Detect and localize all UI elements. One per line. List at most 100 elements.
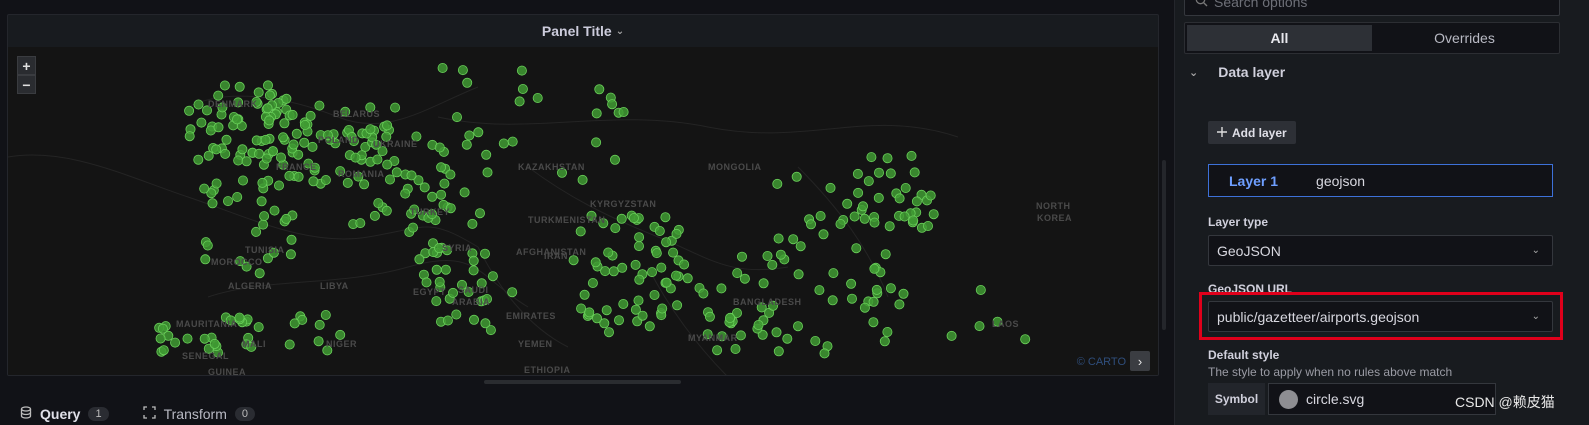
airport-point[interactable] [284, 170, 295, 181]
airport-point[interactable] [671, 270, 682, 281]
airport-point[interactable] [758, 278, 769, 289]
airport-point[interactable] [795, 241, 806, 252]
airport-point[interactable] [384, 174, 395, 185]
airport-point[interactable] [462, 77, 473, 88]
airport-point[interactable] [868, 317, 879, 328]
airport-point[interactable] [607, 99, 618, 110]
airport-point[interactable] [661, 237, 672, 248]
airport-point[interactable] [842, 198, 853, 209]
airport-point[interactable] [656, 262, 667, 273]
tab-overrides[interactable]: Overrides [1372, 25, 1557, 51]
airport-point[interactable] [594, 84, 605, 95]
airport-point[interactable] [773, 346, 784, 357]
airport-point[interactable] [753, 319, 764, 330]
map-attribution[interactable]: © CARTO [1077, 356, 1126, 368]
airport-point[interactable] [251, 226, 262, 237]
airport-point[interactable] [209, 338, 220, 349]
airport-point[interactable] [482, 167, 493, 178]
airport-point[interactable] [651, 248, 662, 259]
airport-point[interactable] [442, 315, 453, 326]
tab-transform[interactable]: Transform 0 [142, 403, 255, 425]
airport-point[interactable] [305, 110, 316, 121]
airport-point[interactable] [853, 187, 864, 198]
airport-point[interactable] [584, 307, 595, 318]
airport-point[interactable] [299, 120, 310, 131]
airport-point[interactable] [925, 190, 936, 201]
airport-point[interactable] [773, 233, 784, 244]
airport-point[interactable] [579, 289, 590, 300]
airport-point[interactable] [698, 288, 709, 299]
airport-point[interactable] [434, 142, 445, 153]
airport-point[interactable] [381, 205, 392, 216]
airport-point[interactable] [427, 191, 438, 202]
airport-point[interactable] [256, 196, 267, 207]
airport-point[interactable] [649, 289, 660, 300]
airport-point[interactable] [869, 263, 880, 274]
airport-point[interactable] [291, 128, 302, 139]
airport-point[interactable] [576, 303, 587, 314]
airport-point[interactable] [767, 259, 778, 270]
airport-point[interactable] [737, 251, 748, 262]
airport-point[interactable] [884, 221, 895, 232]
airport-point[interactable] [788, 234, 799, 245]
airport-point[interactable] [258, 219, 269, 230]
airport-point[interactable] [369, 210, 380, 221]
airport-point[interactable] [894, 193, 905, 204]
airport-point[interactable] [871, 284, 882, 295]
airport-point[interactable] [772, 178, 783, 189]
airport-point[interactable] [473, 127, 484, 138]
airport-point[interactable] [254, 268, 265, 279]
airport-point[interactable] [407, 222, 418, 233]
airport-point[interactable] [810, 335, 821, 346]
airport-point[interactable] [468, 265, 479, 276]
airport-point[interactable] [617, 262, 628, 273]
airport-point[interactable] [900, 182, 911, 193]
airport-point[interactable] [355, 218, 366, 229]
airport-point[interactable] [278, 132, 289, 143]
airport-point[interactable] [269, 205, 280, 216]
airport-point[interactable] [439, 178, 450, 189]
airport-point[interactable] [782, 333, 793, 344]
tab-query[interactable]: Query 1 [20, 403, 109, 425]
airport-point[interactable] [828, 268, 839, 279]
airport-point[interactable] [679, 259, 690, 270]
airport-point[interactable] [498, 138, 509, 149]
airport-point[interactable] [894, 299, 905, 310]
airport-point[interactable] [880, 249, 891, 260]
airport-point[interactable] [257, 177, 268, 188]
airport-point[interactable] [587, 277, 598, 288]
airport-point[interactable] [644, 321, 655, 332]
airport-point[interactable] [911, 196, 922, 207]
airport-point[interactable] [815, 210, 826, 221]
airport-point[interactable] [286, 234, 297, 245]
airport-point[interactable] [213, 122, 224, 133]
airport-point[interactable] [1020, 334, 1031, 345]
airport-point[interactable] [906, 150, 917, 161]
chevron-down-icon[interactable]: ⌄ [616, 26, 624, 37]
airport-point[interactable] [628, 213, 639, 224]
airport-point[interactable] [851, 243, 862, 254]
airport-point[interactable] [610, 154, 621, 165]
airport-point[interactable] [314, 319, 325, 330]
airport-point[interactable] [308, 176, 319, 187]
airport-point[interactable] [874, 167, 885, 178]
airport-point[interactable] [771, 327, 782, 338]
airport-point[interactable] [859, 302, 870, 313]
airport-point[interactable] [421, 277, 432, 288]
airport-point[interactable] [467, 218, 478, 229]
airport-point[interactable] [262, 80, 273, 91]
airport-point[interactable] [264, 115, 275, 126]
airport-point[interactable] [858, 201, 869, 212]
airport-point[interactable] [873, 192, 884, 203]
airport-point[interactable] [261, 153, 272, 164]
airport-point[interactable] [342, 177, 353, 188]
airport-point[interactable] [882, 326, 893, 337]
airport-point[interactable] [275, 152, 286, 163]
airport-point[interactable] [445, 169, 456, 180]
airport-point[interactable] [818, 229, 829, 240]
airport-point[interactable] [372, 154, 383, 165]
airport-point[interactable] [885, 168, 896, 179]
data-layer-section-header[interactable]: ⌄ Data layer [1189, 64, 1285, 80]
airport-point[interactable] [436, 189, 447, 200]
airport-point[interactable] [647, 267, 658, 278]
